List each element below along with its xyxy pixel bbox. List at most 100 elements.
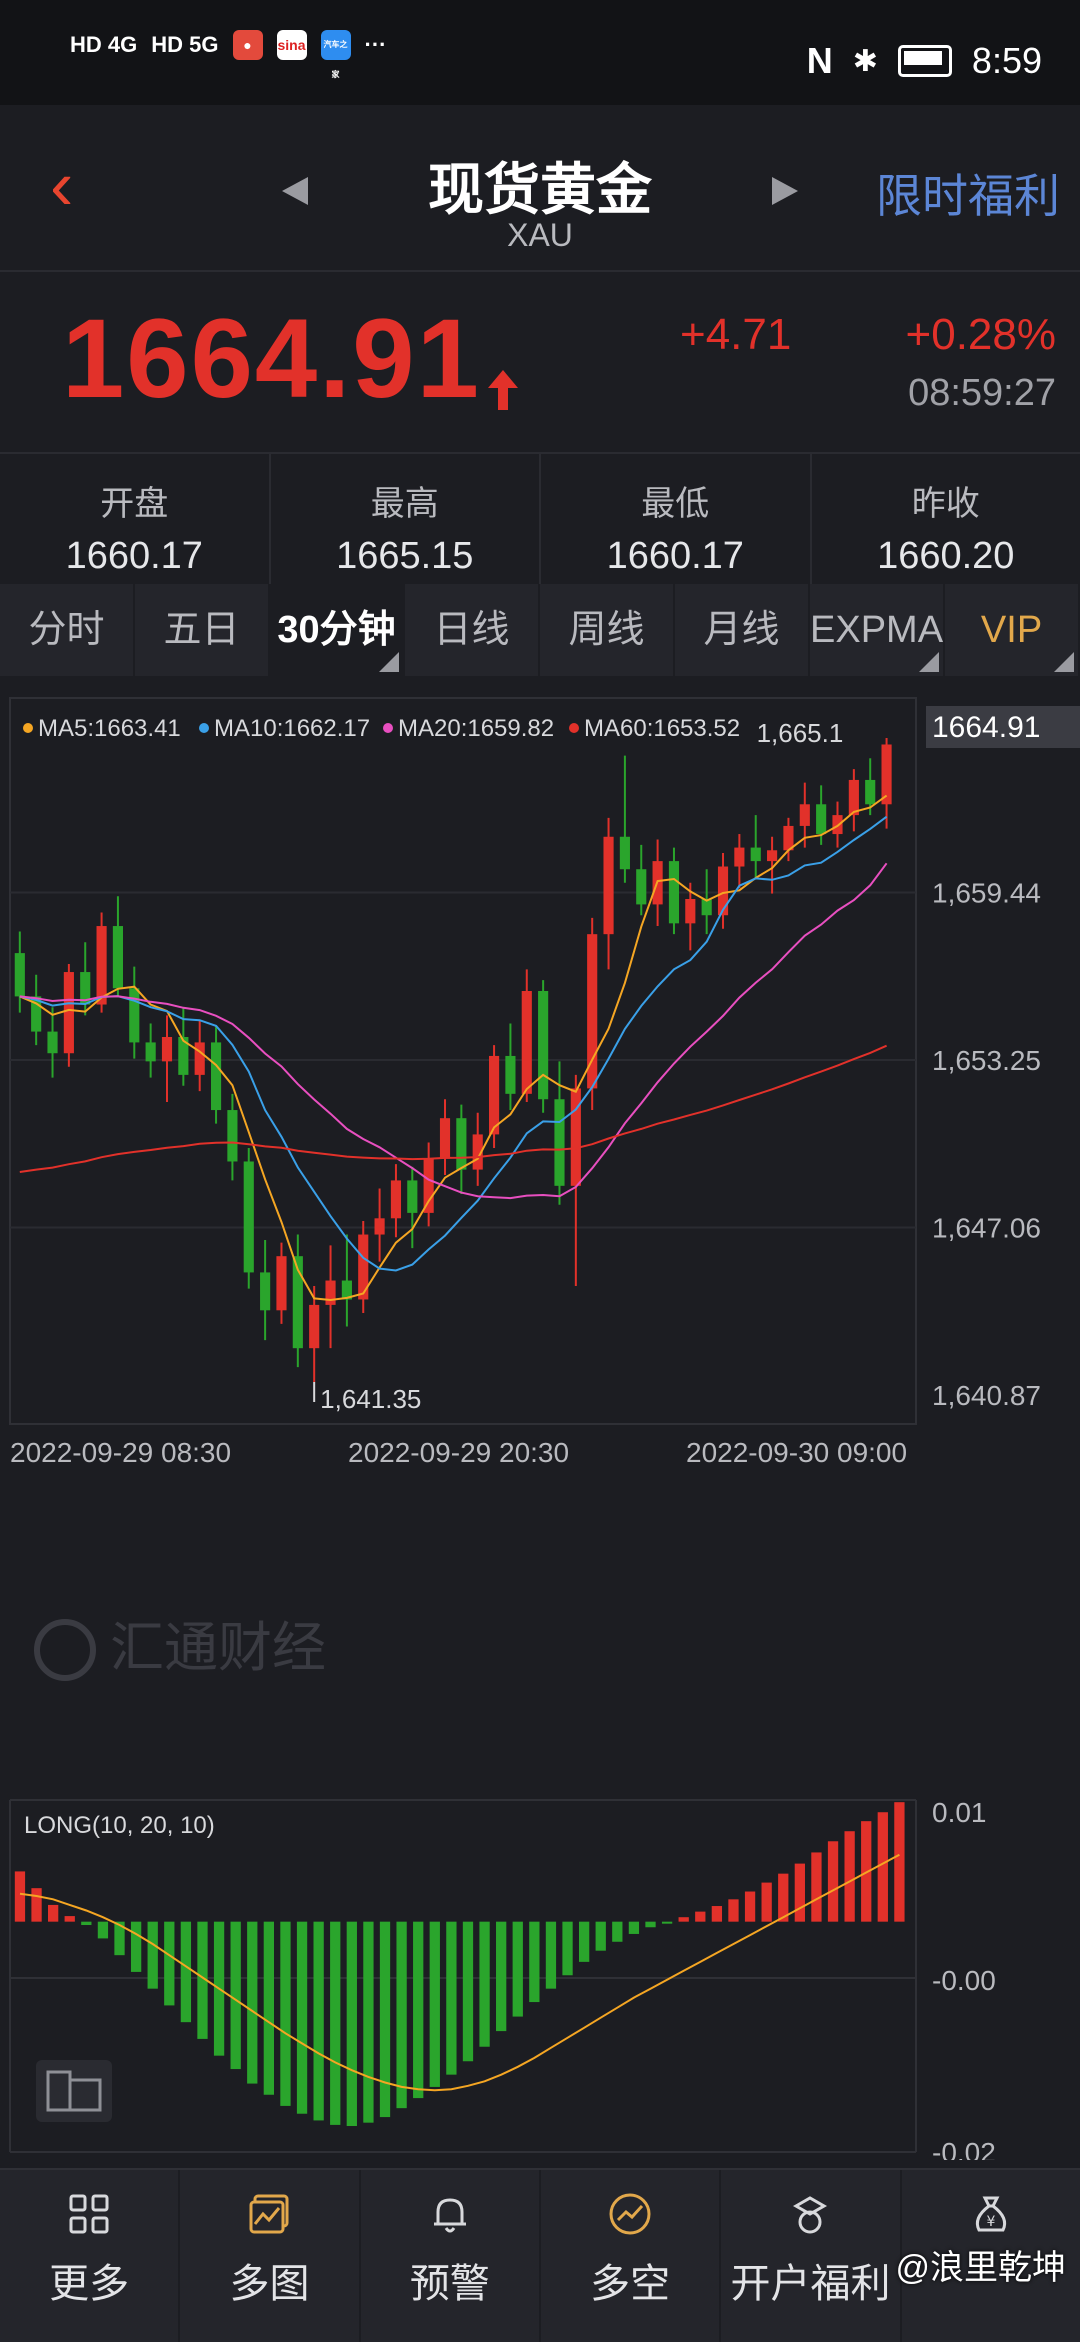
nav-alert[interactable]: 预警 [361, 2170, 541, 2342]
next-instrument-icon[interactable] [772, 177, 798, 205]
tab-30min[interactable]: 30分钟 [270, 584, 405, 676]
bluetooth-icon: ✱ [853, 44, 878, 79]
stat-label: 昨收 [812, 476, 1080, 525]
price-change: +4.71 [680, 310, 791, 360]
candle-body [554, 1099, 564, 1186]
legend-label: MA5:1663.41 [38, 715, 181, 742]
indicator-bar [446, 1922, 456, 2075]
back-icon[interactable]: ‹ [50, 150, 73, 220]
indicator-y-tick: 0.01 [932, 1797, 987, 1828]
candle-body [669, 861, 679, 923]
nav-account-benefit[interactable]: 开户福利 [721, 2170, 901, 2342]
svg-text:¥: ¥ [986, 2214, 995, 2230]
indicator-label: LONG(10, 20, 10) [24, 1812, 215, 1839]
legend-label: MA20:1659.82 [398, 715, 554, 742]
indicator-bar [629, 1922, 639, 1934]
legend-dot [199, 723, 209, 733]
indicator-bar [330, 1922, 340, 2125]
x-tick-label: 2022-09-29 20:30 [348, 1437, 569, 1468]
stat-label: 开盘 [0, 476, 269, 525]
watermark-logo-icon [37, 1622, 93, 1678]
candle-body [407, 1180, 417, 1212]
price-chart[interactable]: 汇通财经 MA5:1663.41MA10:1662.17MA20:1659.82… [0, 690, 1080, 2160]
candle-body [146, 1042, 156, 1061]
tab-five-day[interactable]: 五日 [135, 584, 270, 676]
indicator-bar [247, 1922, 257, 2084]
candle-body [325, 1281, 335, 1305]
indicator-bar [231, 1922, 241, 2069]
candle-body [358, 1235, 368, 1300]
candle-body [195, 1042, 205, 1074]
indicator-bar [181, 1922, 191, 2023]
indicator-bar [65, 1916, 75, 1922]
period-tabs: 分时 五日 30分钟 日线 周线 月线 EXPMA VIP [0, 584, 1080, 676]
candle-body [97, 926, 107, 1004]
tab-expma[interactable]: EXPMA [810, 584, 945, 676]
candle-body [391, 1180, 401, 1218]
candle-body [636, 869, 646, 904]
quote-panel: 1664.91 +4.71 +0.28% 08:59:27 [0, 272, 1080, 452]
nav-label: 多图 [180, 2251, 358, 2309]
tab-monthly[interactable]: 月线 [675, 584, 810, 676]
tab-label: EXPMA [810, 609, 943, 651]
stats-row: 开盘 1660.17 最高 1665.15 最低 1660.17 昨收 1660… [0, 452, 1080, 584]
status-bar: HD 4G HD 5G ● sina 汽车之家 ··· N ✱ 8:59 [0, 0, 1080, 105]
stat-label: 最低 [541, 476, 810, 525]
indicator-bar [645, 1922, 655, 1928]
high-label: 1,665.1 [757, 718, 844, 748]
tab-daily[interactable]: 日线 [405, 584, 540, 676]
low-label: 1,641.35 [320, 1384, 421, 1414]
stat-value: 1665.15 [271, 535, 540, 578]
indicator-bar [579, 1922, 589, 1962]
signal-2: HD 5G [151, 32, 218, 58]
candle-body [685, 899, 695, 923]
indicator-bar [297, 1922, 307, 2114]
indicator-bar [662, 1922, 672, 1924]
indicator-bar [811, 1852, 821, 1921]
candle-body [800, 804, 810, 826]
candle-body [129, 988, 139, 1042]
candle-body [816, 804, 826, 834]
x-axis: 2022-09-29 08:302022-09-29 20:302022-09-… [10, 1437, 907, 1468]
indicator-bar [396, 1922, 406, 2108]
stat-high: 最高 1665.15 [271, 454, 542, 584]
nav-long-short[interactable]: 多空 [541, 2170, 721, 2342]
candle-body [244, 1161, 254, 1272]
tab-weekly[interactable]: 周线 [540, 584, 675, 676]
nav-multi-chart[interactable]: 多图 [180, 2170, 360, 2342]
last-price-tag-text: 1664.91 [932, 711, 1040, 744]
nav-more[interactable]: 更多 [0, 2170, 180, 2342]
indicator-y-axis: 0.01-0.00-0.02 [932, 1797, 996, 2160]
indicator-bar [828, 1841, 838, 1921]
battery-icon [898, 45, 952, 77]
tab-vip[interactable]: VIP [945, 584, 1080, 676]
gift-icon [788, 2192, 832, 2236]
legend-dot [569, 723, 579, 733]
candle-body [456, 1118, 466, 1169]
candle-body [751, 848, 761, 862]
candle-body [718, 867, 728, 916]
prev-instrument-icon[interactable] [282, 177, 308, 205]
indicator-bar [280, 1922, 290, 2106]
candle-body [538, 991, 548, 1099]
indicator-bar [430, 1922, 440, 2087]
nfc-icon: N [807, 40, 833, 82]
candle-body [113, 926, 123, 988]
dropdown-corner-icon [1054, 652, 1074, 672]
price-change-percent: +0.28% [906, 310, 1056, 360]
y-tick-label: 1,659.44 [932, 878, 1041, 909]
indicator-bar [762, 1883, 772, 1922]
candle-body [276, 1256, 286, 1310]
car-app-icon: 汽车之家 [321, 30, 351, 60]
sina-icon: sina [277, 30, 307, 60]
indicator-bar [81, 1922, 91, 1925]
fullscreen-toggle[interactable] [36, 2060, 112, 2122]
indicator-bar [844, 1831, 854, 1921]
promo-link[interactable]: 限时福利 [876, 160, 1060, 226]
indicator-bar [48, 1905, 58, 1922]
grid-icon [67, 2192, 111, 2236]
indicator-bar [712, 1906, 722, 1922]
stat-open: 开盘 1660.17 [0, 454, 271, 584]
candle-body [47, 1032, 57, 1054]
tab-intraday[interactable]: 分时 [0, 584, 135, 676]
